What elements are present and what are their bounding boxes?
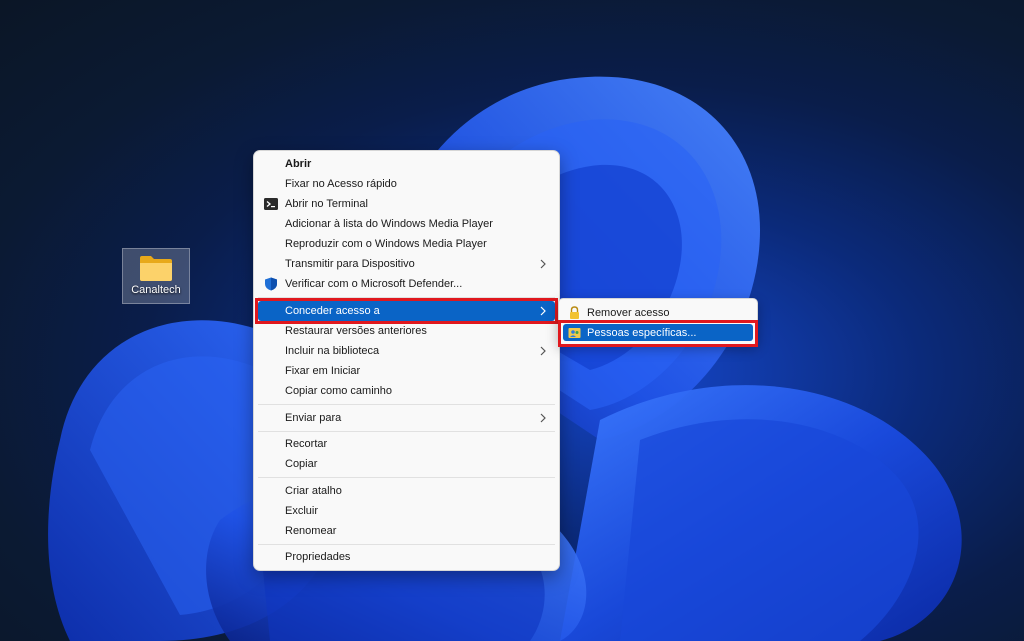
menu-item-label: Transmitir para Dispositivo [285,258,415,270]
menu-item-label: Excluir [285,505,319,517]
menu-separator [258,404,555,405]
menu-item-enviar-para[interactable]: Enviar para [258,408,555,428]
menu-item-propriedades[interactable]: Propriedades [258,547,555,567]
menu-item-transmitir[interactable]: Transmitir para Dispositivo [258,254,555,274]
menu-item-label: Adicionar à lista do Windows Media Playe… [285,218,493,230]
menu-item-copiar-caminho[interactable]: Copiar como caminho [258,381,555,401]
menu-item-adicionar-wmp[interactable]: Adicionar à lista do Windows Media Playe… [258,214,555,234]
menu-item-label: Renomear [285,525,337,537]
menu-item-fixar-iniciar[interactable]: Fixar em Iniciar [258,361,555,381]
menu-item-abrir[interactable]: Abrir [258,154,555,174]
menu-item-label: Propriedades [285,551,351,563]
menu-item-label: Abrir [285,158,312,170]
menu-item-recortar[interactable]: Recortar [258,434,555,454]
menu-item-abrir-terminal[interactable]: Abrir no Terminal [258,194,555,214]
menu-item-label: Enviar para [285,412,342,424]
desktop-folder-canaltech[interactable]: Canaltech [122,248,190,304]
folder-icon [140,256,172,281]
menu-item-label: Copiar como caminho [285,385,392,397]
menu-item-restaurar-versoes[interactable]: Restaurar versões anteriores [258,321,555,341]
terminal-icon [264,198,278,210]
menu-item-verificar-defender[interactable]: Verificar com o Microsoft Defender... [258,274,555,294]
chevron-right-icon [540,346,546,356]
menu-item-label: Fixar em Iniciar [285,365,361,377]
menu-item-reproduzir-wmp[interactable]: Reproduzir com o Windows Media Player [258,234,555,254]
submenu-item-remover-acesso[interactable]: Remover acesso [563,304,753,321]
menu-item-label: Restaurar versões anteriores [285,325,427,337]
menu-item-fixar-acesso-rapido[interactable]: Fixar no Acesso rápido [258,174,555,194]
menu-item-label: Criar atalho [285,485,342,497]
menu-item-excluir[interactable]: Excluir [258,501,555,521]
menu-item-label: Verificar com o Microsoft Defender... [285,278,463,290]
menu-separator [258,431,555,432]
submenu-item-label: Remover acesso [587,307,670,319]
menu-separator [258,544,555,545]
menu-item-copiar[interactable]: Copiar [258,454,555,474]
desktop-icon-label: Canaltech [131,284,181,296]
menu-separator [258,477,555,478]
chevron-right-icon [540,413,546,423]
menu-item-label: Recortar [285,438,328,450]
chevron-right-icon [540,259,546,269]
menu-item-label: Reproduzir com o Windows Media Player [285,238,487,250]
desktop: Canaltech Abrir Fixar no Acesso rápido A… [0,0,1024,641]
annotation-highlight-box [558,320,758,347]
menu-item-renomear[interactable]: Renomear [258,521,555,541]
menu-item-label: Copiar [285,458,318,470]
menu-item-label: Fixar no Acesso rápido [285,178,397,190]
menu-item-criar-atalho[interactable]: Criar atalho [258,481,555,501]
menu-item-label: Incluir na biblioteca [285,345,380,357]
menu-item-label: Abrir no Terminal [285,198,368,210]
menu-item-incluir-biblioteca[interactable]: Incluir na biblioteca [258,341,555,361]
context-menu: Abrir Fixar no Acesso rápido Abrir no Te… [253,150,560,571]
defender-shield-icon [265,277,277,291]
lock-icon [570,306,579,319]
